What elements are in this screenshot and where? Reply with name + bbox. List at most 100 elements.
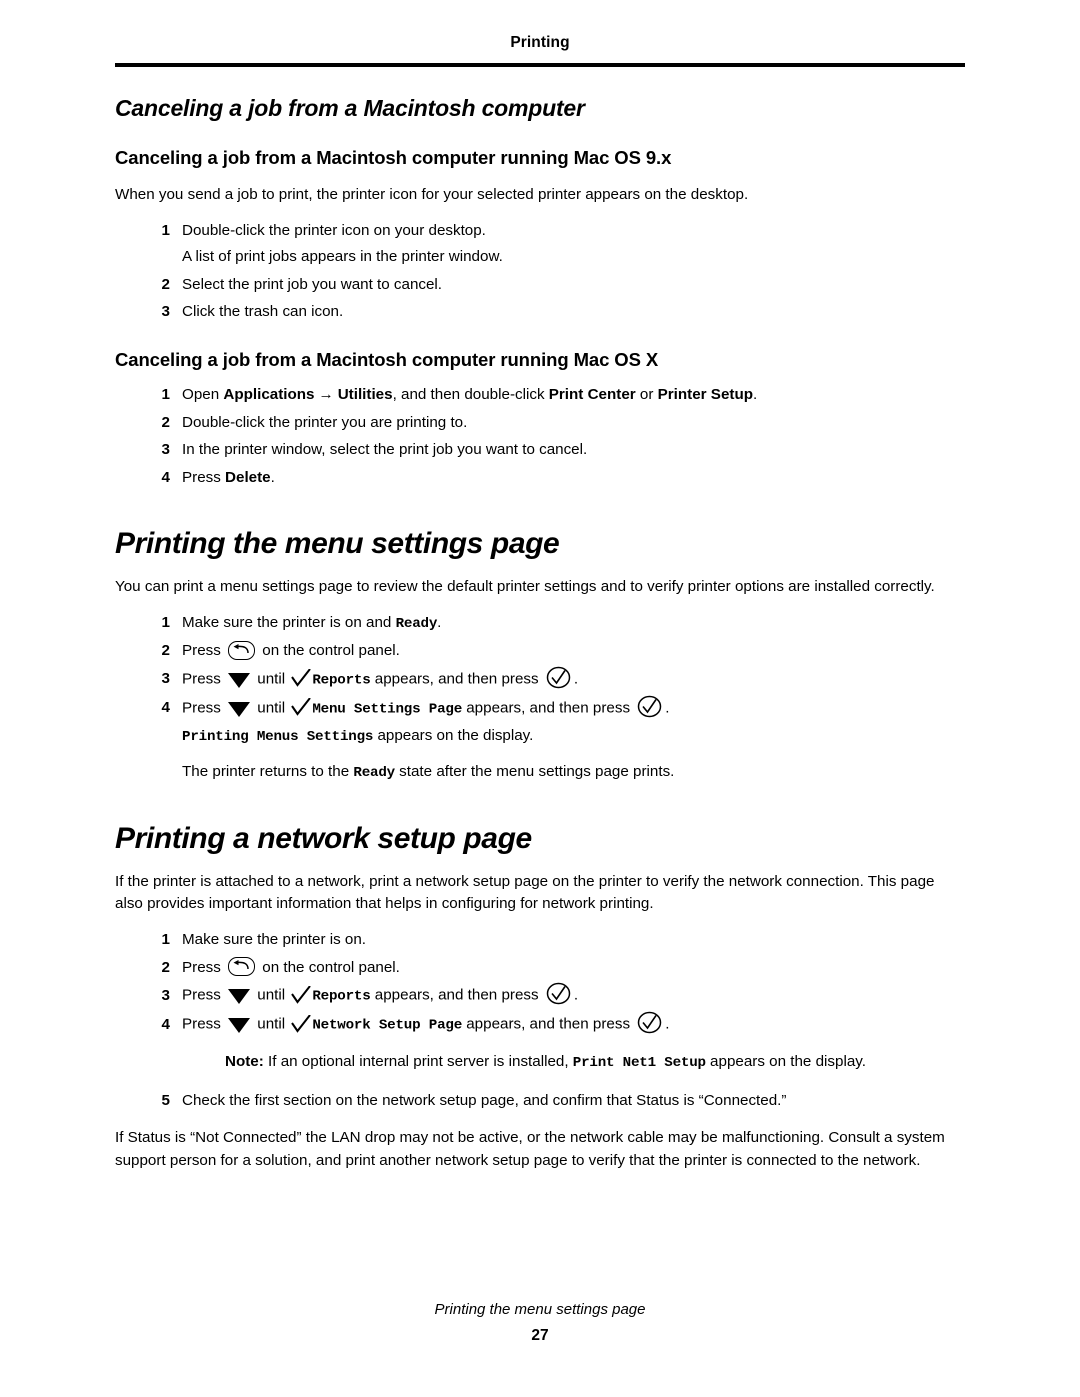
step-text-part: appears, and then press <box>462 1015 635 1033</box>
step-number: 2 <box>161 958 170 976</box>
step-text: Press until Network Setup Page appears, … <box>182 1012 965 1037</box>
select-button-icon <box>546 665 571 690</box>
step-1-note: A list of print jobs appears in the prin… <box>182 248 503 266</box>
sub-line-part: state after the menu settings page print… <box>394 762 675 780</box>
step-text: Open Applications → Utilities, and then do… <box>182 383 965 407</box>
arrow-down-button-icon <box>228 1018 251 1034</box>
step-text: Press on the control panel. <box>182 639 965 663</box>
step-text-part: . <box>753 386 758 404</box>
step-text-part: Press <box>182 1015 226 1033</box>
section-heading-menu-settings: Printing the menu settings page <box>115 527 560 561</box>
step-text-part: Make sure the printer is on and <box>182 614 396 632</box>
step-text: Select the print job you want to cancel. <box>182 275 443 293</box>
arrow-glyph: → <box>318 386 334 404</box>
list-item: 1 Make sure the printer is on. <box>115 928 965 952</box>
checkmark-icon <box>291 668 312 687</box>
sub-line-part: The printer returns to the <box>182 762 354 780</box>
step-text-part: . <box>573 986 579 1004</box>
steps-mac-os-9: 1 Double-click the printer icon on your … <box>115 219 965 324</box>
select-button-icon <box>546 981 571 1006</box>
display-text-ready: Ready <box>395 616 438 633</box>
checkmark-icon <box>291 697 312 716</box>
step-text-part: appears, and then press <box>462 699 635 717</box>
display-text-reports: Reports <box>312 988 371 1005</box>
step-text-part: . <box>665 1015 670 1033</box>
display-text-reports: Reports <box>312 672 371 689</box>
step-text-part: Press <box>182 468 226 486</box>
header-divider <box>115 63 965 67</box>
step-number: 3 <box>161 441 170 459</box>
step-number: 5 <box>161 1091 170 1109</box>
list-item: 1 Make sure the printer is on and Ready. <box>115 611 965 635</box>
bold-delete-key: Delete <box>225 468 271 486</box>
list-item: 4 Press until Network Setup Page appears… <box>115 1012 965 1037</box>
step-number: 2 <box>161 275 170 293</box>
list-item: 2 Press on the control panel. <box>115 956 965 980</box>
step-text: Press until Menu Settings Page appears, … <box>182 695 965 721</box>
step-number: 4 <box>161 468 170 486</box>
display-text-ready: Ready <box>353 764 395 781</box>
step-text: Press until Reports appears, and then pr… <box>182 983 965 1008</box>
step-text-part: Press <box>182 642 226 660</box>
header-title: Printing <box>510 34 570 51</box>
back-button-icon <box>228 640 256 660</box>
step-text: Press Delete. <box>182 466 965 490</box>
step-text-part: or <box>635 386 658 404</box>
display-text-network-setup-page: Network Setup Page <box>312 1017 463 1034</box>
step-text-part: Press <box>182 670 226 688</box>
note-label: Note: <box>225 1053 264 1071</box>
paragraph-network-outro: If Status is “Not Connected” the LAN dro… <box>115 1129 945 1170</box>
list-item: 2 Press on the control panel. <box>115 639 965 663</box>
back-button-icon <box>228 957 256 977</box>
step-text-part: . <box>437 614 442 632</box>
display-text-print-net1-setup: Print Net1 Setup <box>572 1055 706 1072</box>
paragraph-network-intro: If the printer is attached to a network,… <box>115 872 935 913</box>
note-internal-print-server: Note: If an optional internal print serv… <box>225 1051 965 1074</box>
step-text-part: . <box>270 468 275 486</box>
step-number: 2 <box>161 642 170 660</box>
section-heading-cancel-mac: Canceling a job from a Macintosh compute… <box>115 95 585 121</box>
section-heading-network-setup: Printing a network setup page <box>115 821 532 855</box>
page-footer: Printing the menu settings page 27 <box>0 1301 1080 1345</box>
step-number: 2 <box>161 413 170 431</box>
document-page: Printing Canceling a job from a Macintos… <box>0 0 1080 1397</box>
list-item: 4 Press Delete. <box>115 466 965 490</box>
step-text: In the printer window, select the print … <box>182 441 588 459</box>
footer-page-number: 27 <box>531 1327 549 1344</box>
steps-network-setup: 1 Make sure the printer is on. 2 Press o… <box>115 928 965 1112</box>
paragraph-menu-settings-intro: You can print a menu settings page to re… <box>115 578 935 596</box>
paragraph-printer-returns-ready: The printer returns to the Ready state a… <box>182 760 965 784</box>
sub-line-part: appears on the display. <box>373 726 534 744</box>
subheading-mac-os-x: Canceling a job from a Macintosh compute… <box>115 349 659 371</box>
step-text-part: until <box>253 670 290 688</box>
step-text-part: Press <box>182 986 226 1004</box>
arrow-down-button-icon <box>228 701 251 717</box>
step-number: 4 <box>161 1015 170 1033</box>
bold-printer-setup: Printer Setup <box>657 386 754 404</box>
step-text-part: appears, and then press <box>370 986 543 1004</box>
steps-mac-os-x: 1 Open Applications → Utilities, and then … <box>115 383 965 489</box>
list-item: 3 Press until Reports appears, and then … <box>115 665 965 692</box>
bold-print-center: Print Center <box>548 386 636 404</box>
step-text-part: . <box>665 699 670 717</box>
bold-utilities: Utilities <box>337 386 393 404</box>
step-text: Press on the control panel. <box>182 956 965 980</box>
steps-menu-settings: 1 Make sure the printer is on and Ready.… <box>115 611 965 784</box>
footer-title: Printing the menu settings page <box>434 1301 646 1318</box>
step-text: Double-click the printer you are printin… <box>182 413 468 431</box>
step-text-part: . <box>573 670 579 688</box>
note-text-part: If an optional internal print server is … <box>263 1053 573 1071</box>
display-message-printing-menus: Printing Menus Settings appears on the d… <box>182 724 965 748</box>
step-number: 3 <box>161 670 170 688</box>
bold-applications: Applications <box>223 386 315 404</box>
arrow-down-button-icon <box>228 672 251 688</box>
step-text: Check the first section on the network s… <box>182 1091 787 1109</box>
display-text-printing-menus-settings: Printing Menus Settings <box>182 728 374 745</box>
step-text-part: Press <box>182 699 226 717</box>
step-text-part: on the control panel. <box>258 958 400 976</box>
list-item: 1 Double-click the printer icon on your … <box>115 219 965 243</box>
paragraph-mac9-intro: When you send a job to print, the printe… <box>115 186 749 203</box>
step-text-part: until <box>253 1015 290 1033</box>
list-item: 2 Select the print job you want to cance… <box>115 273 965 297</box>
step-text-part: until <box>253 699 290 717</box>
